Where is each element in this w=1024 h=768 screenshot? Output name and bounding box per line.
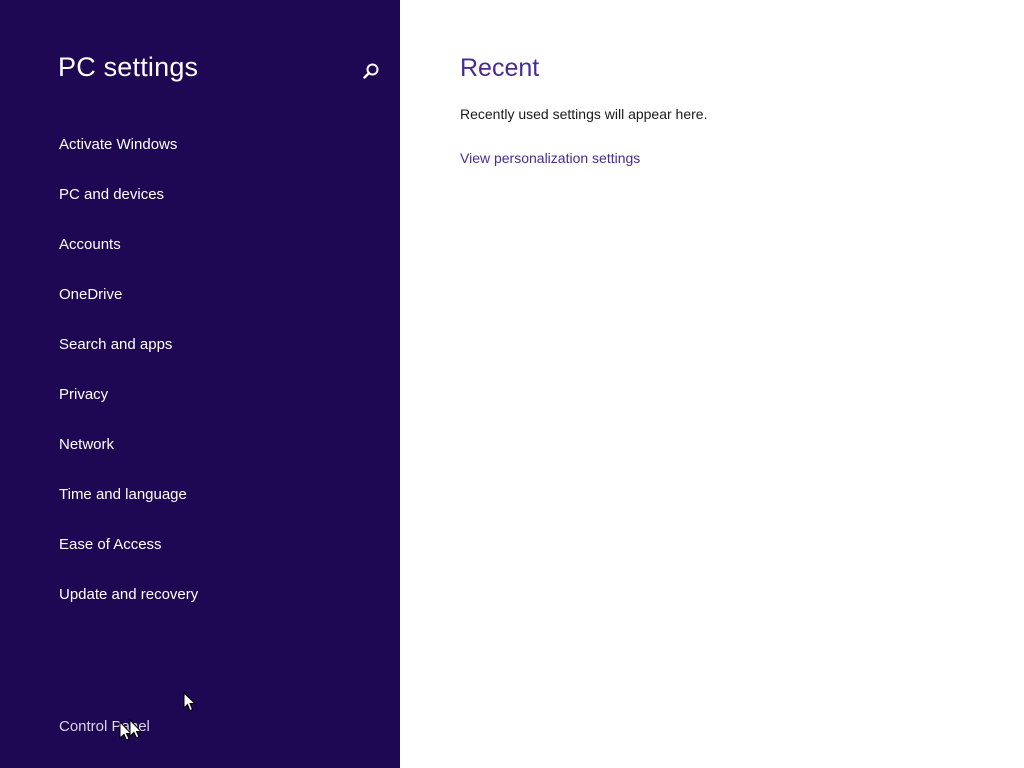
search-icon: [363, 63, 379, 79]
sidebar-item-search-and-apps[interactable]: Search and apps: [59, 330, 198, 380]
sidebar-item-ease-of-access[interactable]: Ease of Access: [59, 530, 198, 580]
sidebar: PC settings Activate Windows PC and devi…: [0, 0, 400, 768]
sidebar-item-onedrive[interactable]: OneDrive: [59, 280, 198, 330]
settings-nav: Activate Windows PC and devices Accounts…: [59, 130, 198, 630]
personalization-settings-link[interactable]: View personalization settings: [460, 150, 640, 166]
control-panel-link[interactable]: Control Panel: [59, 718, 150, 735]
empty-state-message: Recently used settings will appear here.: [460, 106, 708, 122]
sidebar-item-accounts[interactable]: Accounts: [59, 230, 198, 280]
app-title: PC settings: [58, 52, 199, 82]
section-title: Recent: [460, 54, 540, 82]
sidebar-item-pc-and-devices[interactable]: PC and devices: [59, 180, 198, 230]
sidebar-item-activate-windows[interactable]: Activate Windows: [59, 130, 198, 180]
pc-settings-screen: PC settings Activate Windows PC and devi…: [0, 0, 1024, 768]
search-button[interactable]: [358, 58, 384, 84]
sidebar-item-update-and-recovery[interactable]: Update and recovery: [59, 580, 198, 630]
main-content: Recent Recently used settings will appea…: [400, 0, 1024, 768]
sidebar-item-network[interactable]: Network: [59, 430, 198, 480]
mouse-pointer-icon: [183, 692, 196, 712]
sidebar-item-privacy[interactable]: Privacy: [59, 380, 198, 430]
sidebar-item-time-and-language[interactable]: Time and language: [59, 480, 198, 530]
